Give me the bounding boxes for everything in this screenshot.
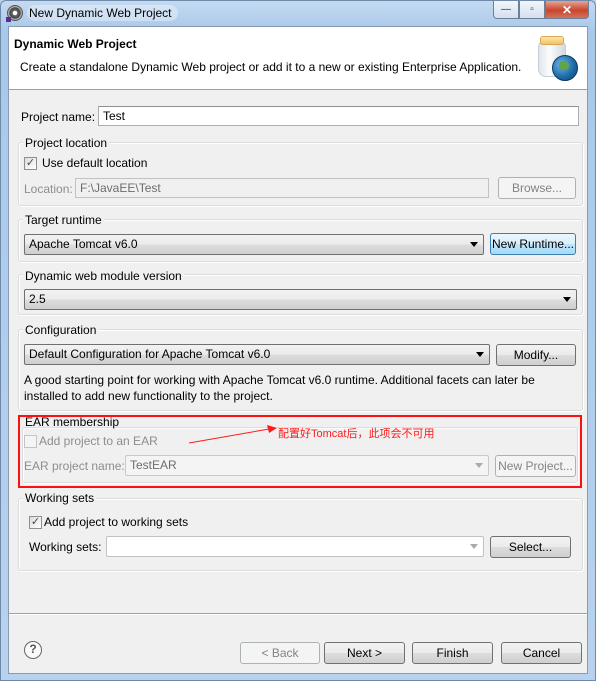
window-title: New Dynamic Web Project	[27, 5, 178, 21]
eclipse-app-icon	[6, 5, 23, 22]
project-location-group-label: Project location	[23, 136, 110, 150]
working-sets-label: Working sets:	[29, 540, 102, 554]
close-button[interactable]: ✕	[545, 1, 589, 19]
checkmark-icon: ✓	[25, 157, 36, 169]
maximize-icon: ▫	[530, 4, 534, 15]
finish-button[interactable]: Finish	[412, 642, 493, 664]
new-runtime-button[interactable]: New Runtime...	[490, 233, 576, 255]
module-version-value: 2.5	[29, 292, 46, 306]
add-to-working-sets-label: Add project to working sets	[44, 515, 189, 529]
cancel-button[interactable]: Cancel	[501, 642, 582, 664]
working-sets-group	[18, 498, 583, 571]
chevron-down-icon	[470, 544, 478, 549]
back-button[interactable]: < Back	[240, 642, 320, 664]
configuration-value: Default Configuration for Apache Tomcat …	[29, 347, 271, 361]
chevron-down-icon	[563, 297, 571, 302]
wizard-header: Dynamic Web Project Create a standalone …	[9, 27, 587, 90]
checkmark-icon: ✓	[30, 516, 41, 528]
help-icon[interactable]: ?	[24, 641, 42, 659]
minimize-button[interactable]: —	[493, 1, 519, 19]
title-bar[interactable]: New Dynamic Web Project — ▫ ✕	[1, 1, 595, 26]
configuration-description-line2: installed to add new functionality to th…	[24, 389, 273, 403]
minimize-icon: —	[501, 4, 511, 15]
globe-icon	[552, 55, 578, 81]
close-icon: ✕	[561, 2, 573, 17]
use-default-location-checkbox[interactable]: ✓	[24, 157, 37, 170]
configuration-select[interactable]: Default Configuration for Apache Tomcat …	[24, 344, 490, 365]
footer-separator	[9, 613, 587, 615]
target-runtime-select[interactable]: Apache Tomcat v6.0	[24, 234, 484, 255]
dialog-window: New Dynamic Web Project — ▫ ✕ Dynamic We…	[0, 0, 596, 681]
browse-button[interactable]: Browse...	[498, 177, 576, 199]
chevron-down-icon	[476, 352, 484, 357]
target-runtime-group-label: Target runtime	[23, 213, 104, 227]
configuration-description-line1: A good starting point for working with A…	[24, 373, 535, 387]
maximize-button[interactable]: ▫	[519, 1, 545, 19]
next-button[interactable]: Next >	[324, 642, 405, 664]
chevron-down-icon	[470, 242, 478, 247]
select-working-sets-button[interactable]: Select...	[490, 536, 571, 558]
location-input[interactable]: F:\JavaEE\Test	[75, 178, 489, 198]
window-controls: — ▫ ✕	[493, 1, 589, 20]
use-default-location-label: Use default location	[42, 156, 148, 170]
dialog-client-area: Dynamic Web Project Create a standalone …	[8, 26, 588, 674]
annotation-arrow-icon	[188, 425, 277, 444]
jar-lid-icon	[540, 36, 564, 45]
module-version-select[interactable]: 2.5	[24, 289, 577, 310]
page-description: Create a standalone Dynamic Web project …	[20, 60, 522, 74]
working-sets-select[interactable]	[106, 536, 484, 557]
annotation-note: 配置好Tomcat后，此项会不可用	[278, 428, 435, 440]
project-name-input[interactable]: Test	[98, 106, 579, 126]
modify-button[interactable]: Modify...	[496, 344, 576, 366]
configuration-group-label: Configuration	[23, 323, 99, 337]
target-runtime-value: Apache Tomcat v6.0	[29, 237, 138, 251]
location-label: Location:	[24, 182, 73, 196]
project-name-label: Project name:	[21, 110, 96, 124]
module-version-group-label: Dynamic web module version	[23, 269, 184, 283]
web-project-wizard-icon	[534, 35, 578, 81]
working-sets-group-label: Working sets	[23, 491, 97, 505]
add-to-working-sets-checkbox[interactable]: ✓	[29, 516, 42, 529]
page-title: Dynamic Web Project	[14, 37, 137, 51]
